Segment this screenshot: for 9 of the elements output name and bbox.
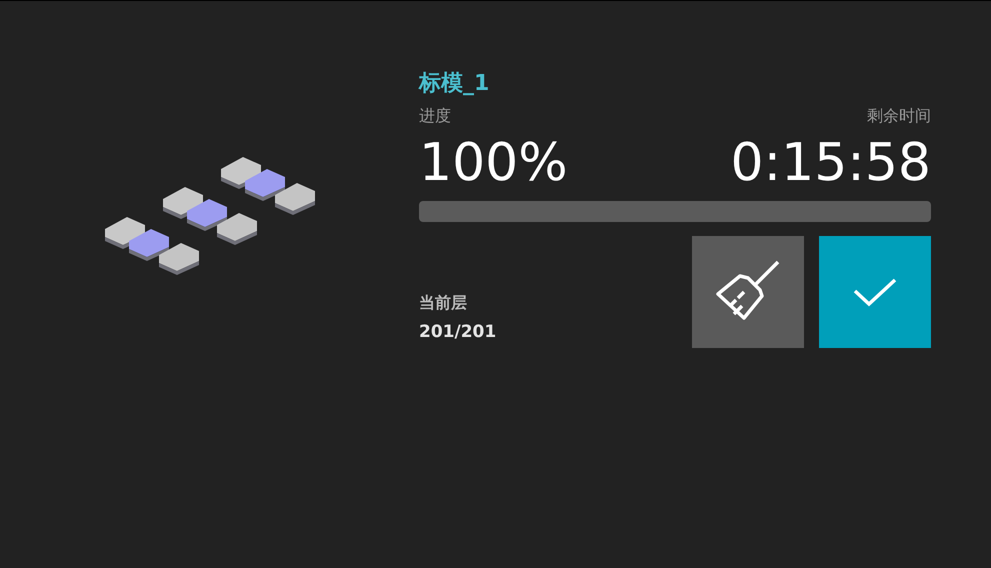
clean-button[interactable] <box>692 236 804 348</box>
progress-value: 100% <box>419 132 568 195</box>
remaining-time: 0:15:58 <box>730 132 931 195</box>
layer-value: 201/201 <box>419 321 496 344</box>
layer-label: 当前层 <box>419 292 468 314</box>
progress-label: 进度 <box>419 105 451 127</box>
check-icon <box>853 277 897 307</box>
remaining-label: 剩余时间 <box>867 105 931 127</box>
job-title: 标模_1 <box>419 70 490 98</box>
